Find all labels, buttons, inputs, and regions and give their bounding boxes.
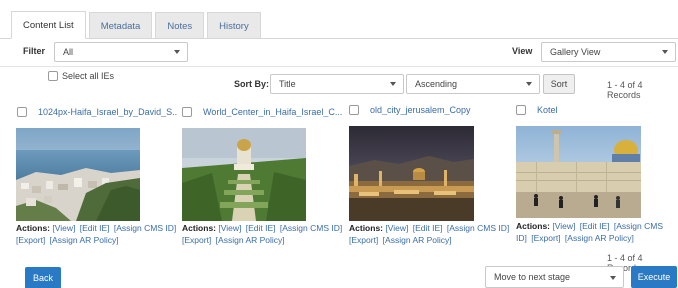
actions-label: Actions:	[516, 221, 550, 231]
sort-field-select[interactable]: Title	[270, 74, 404, 94]
item-checkbox[interactable]	[516, 105, 526, 115]
export-link[interactable]: [Export]	[531, 233, 560, 243]
assign-cms-id-link[interactable]: [Assign CMS ID]	[114, 223, 176, 233]
actions-label: Actions:	[182, 223, 216, 233]
item-thumbnail[interactable]	[16, 128, 140, 221]
item-thumbnail[interactable]	[182, 128, 306, 221]
tab-history[interactable]: History	[207, 12, 261, 39]
item-title-link[interactable]: World_Center_in_Haifa_Israel_C...	[203, 107, 343, 117]
tab-divider	[0, 38, 678, 39]
filter-select[interactable]: All	[54, 42, 188, 62]
sort-by-label: Sort By:	[234, 79, 270, 89]
actions-label: Actions:	[349, 223, 383, 233]
assign-ar-policy-link[interactable]: [Assign AR Policy]	[50, 235, 119, 245]
item-checkbox[interactable]	[349, 105, 359, 115]
sort-order-value: Ascending	[415, 79, 458, 89]
view-label: View	[512, 46, 533, 56]
tab-content-list[interactable]: Content List	[11, 11, 86, 39]
records-count-top: 1 - 4 of 4 Records	[607, 80, 643, 100]
filter-value: All	[63, 47, 74, 57]
item-actions: Actions: [View] [Edit IE] [Assign CMS ID…	[516, 220, 678, 244]
view-link[interactable]: [View]	[218, 223, 241, 233]
tab-notes[interactable]: Notes	[155, 12, 205, 39]
assign-ar-policy-link[interactable]: [Assign AR Policy]	[565, 233, 634, 243]
view-value: Gallery View	[550, 47, 601, 57]
back-button[interactable]: Back	[25, 267, 61, 288]
assign-cms-id-link[interactable]: [Assign CMS ID]	[447, 223, 509, 233]
execute-button[interactable]: Execute	[631, 266, 677, 288]
sort-field-value: Title	[279, 79, 296, 89]
select-all-label: Select all IEs	[62, 71, 115, 81]
chevron-down-icon	[174, 50, 180, 54]
stage-select[interactable]: Move to next stage	[485, 266, 624, 288]
edit-ie-link[interactable]: [Edit IE]	[580, 221, 610, 231]
item-checkbox[interactable]	[182, 107, 192, 117]
edit-ie-link[interactable]: [Edit IE]	[246, 223, 276, 233]
chevron-down-icon	[390, 82, 396, 86]
select-all-checkbox[interactable]	[48, 71, 58, 81]
view-link[interactable]: [View]	[385, 223, 408, 233]
item-actions: Actions: [View] [Edit IE] [Assign CMS ID…	[349, 222, 513, 246]
tab-metadata[interactable]: Metadata	[88, 12, 153, 39]
view-link[interactable]: [View]	[552, 221, 575, 231]
assign-cms-id-link[interactable]: [Assign CMS ID]	[280, 223, 342, 233]
edit-ie-link[interactable]: [Edit IE]	[80, 223, 110, 233]
item-title-link[interactable]: 1024px-Haifa_Israel_by_David_S...	[38, 107, 178, 117]
item-actions: Actions: [View] [Edit IE] [Assign CMS ID…	[16, 222, 180, 246]
view-select[interactable]: Gallery View	[541, 42, 676, 62]
edit-ie-link[interactable]: [Edit IE]	[413, 223, 443, 233]
assign-ar-policy-link[interactable]: [Assign AR Policy]	[383, 235, 452, 245]
item-actions: Actions: [View] [Edit IE] [Assign CMS ID…	[182, 222, 346, 246]
export-link[interactable]: [Export]	[349, 235, 378, 245]
chevron-down-icon	[662, 50, 668, 54]
export-link[interactable]: [Export]	[182, 235, 211, 245]
item-checkbox[interactable]	[17, 107, 27, 117]
actions-label: Actions:	[16, 223, 50, 233]
chevron-down-icon	[610, 276, 616, 280]
chevron-down-icon	[526, 82, 532, 86]
tab-bar: Content List Metadata Notes History	[11, 11, 264, 39]
assign-ar-policy-link[interactable]: [Assign AR Policy]	[216, 235, 285, 245]
export-link[interactable]: [Export]	[16, 235, 45, 245]
stage-value: Move to next stage	[494, 272, 571, 282]
item-thumbnail[interactable]	[349, 126, 474, 221]
sort-order-select[interactable]: Ascending	[406, 74, 540, 94]
filter-divider	[0, 66, 678, 67]
view-link[interactable]: [View]	[52, 223, 75, 233]
item-thumbnail[interactable]	[516, 126, 641, 218]
item-title-link[interactable]: old_city_jerusalem_Copy	[370, 105, 510, 115]
item-title-link[interactable]: Kotel	[537, 105, 637, 115]
sort-button[interactable]: Sort	[543, 74, 575, 94]
filter-label: Filter	[23, 46, 46, 56]
